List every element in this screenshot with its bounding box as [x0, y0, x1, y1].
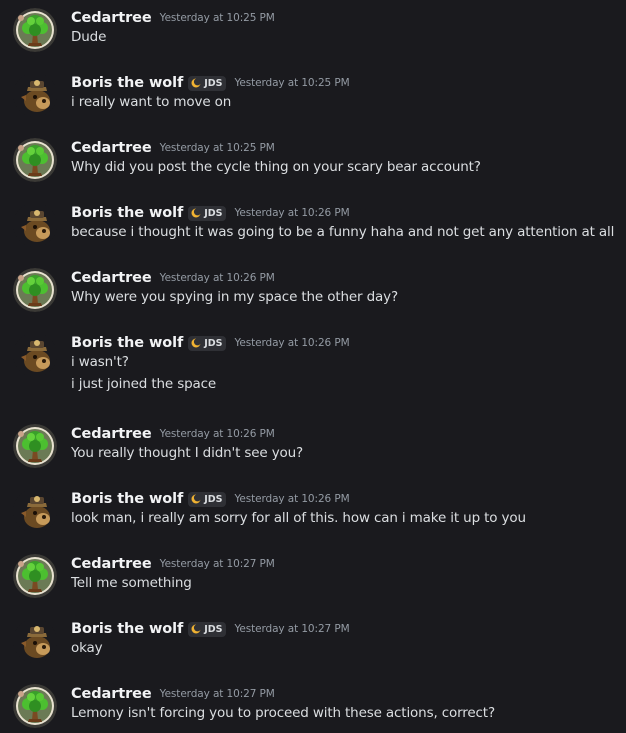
- username[interactable]: Boris the wolf: [71, 491, 183, 507]
- timestamp[interactable]: Yesterday at 10:26 PM: [234, 337, 349, 349]
- tree-avatar[interactable]: [13, 8, 57, 52]
- message-header: Boris the wolf JDS Yesterday at 10:26 PM: [71, 489, 350, 509]
- bear-avatar[interactable]: [13, 619, 57, 663]
- server-tag-label: JDS: [204, 337, 223, 349]
- crescent-moon-icon: [191, 338, 202, 348]
- message-text: okay: [71, 640, 103, 656]
- message-header: Cedartree Yesterday at 10:27 PM: [71, 684, 275, 704]
- crescent-moon-icon: [191, 208, 202, 218]
- message-header: Cedartree Yesterday at 10:25 PM: [71, 8, 275, 28]
- timestamp[interactable]: Yesterday at 10:26 PM: [234, 493, 349, 505]
- username[interactable]: Cedartree: [71, 140, 152, 156]
- username[interactable]: Cedartree: [71, 556, 152, 572]
- message-header: Boris the wolf JDS Yesterday at 10:26 PM: [71, 333, 350, 353]
- username[interactable]: Boris the wolf: [71, 621, 183, 637]
- timestamp[interactable]: Yesterday at 10:26 PM: [234, 207, 349, 219]
- timestamp[interactable]: Yesterday at 10:25 PM: [160, 12, 275, 24]
- tree-avatar[interactable]: [13, 424, 57, 468]
- timestamp[interactable]: Yesterday at 10:27 PM: [234, 623, 349, 635]
- timestamp[interactable]: Yesterday at 10:27 PM: [160, 688, 275, 700]
- timestamp[interactable]: Yesterday at 10:26 PM: [160, 428, 275, 440]
- timestamp[interactable]: Yesterday at 10:25 PM: [160, 142, 275, 154]
- username[interactable]: Cedartree: [71, 10, 152, 26]
- bear-avatar[interactable]: [13, 73, 57, 117]
- message-text: i just joined the space: [71, 376, 217, 392]
- message-text: Why were you spying in my space the othe…: [71, 289, 398, 305]
- message-text: You really thought I didn't see you?: [71, 445, 304, 461]
- bear-avatar[interactable]: [13, 203, 57, 247]
- tree-avatar[interactable]: [13, 554, 57, 598]
- message-text: look man, i really am sorry for all of t…: [71, 510, 526, 526]
- message-text: Why did you post the cycle thing on your…: [71, 159, 481, 175]
- message-header: Boris the wolf JDS Yesterday at 10:26 PM: [71, 203, 350, 223]
- tree-avatar[interactable]: [13, 684, 57, 728]
- message-text: Lemony isn't forcing you to proceed with…: [71, 705, 495, 721]
- username[interactable]: Cedartree: [71, 270, 152, 286]
- crescent-moon-icon: [191, 494, 202, 504]
- message-header: Cedartree Yesterday at 10:26 PM: [71, 268, 275, 288]
- timestamp[interactable]: Yesterday at 10:25 PM: [234, 77, 349, 89]
- server-tag-label: JDS: [204, 623, 223, 635]
- server-tag[interactable]: JDS: [188, 75, 227, 91]
- server-tag[interactable]: JDS: [188, 491, 227, 507]
- crescent-moon-icon: [191, 624, 202, 634]
- username[interactable]: Boris the wolf: [71, 205, 183, 221]
- username[interactable]: Boris the wolf: [71, 335, 183, 351]
- message-text: i wasn't?: [71, 354, 129, 370]
- message-text: Dude: [71, 29, 107, 45]
- message-header: Cedartree Yesterday at 10:27 PM: [71, 554, 275, 574]
- crescent-moon-icon: [191, 78, 202, 88]
- message-text: Tell me something: [71, 575, 192, 591]
- message-header: Boris the wolf JDS Yesterday at 10:27 PM: [71, 619, 350, 639]
- bear-avatar[interactable]: [13, 489, 57, 533]
- message-list: Cedartree Yesterday at 10:25 PM Dude Boris…: [0, 0, 626, 733]
- server-tag-label: JDS: [204, 207, 223, 219]
- message-text: i really want to move on: [71, 94, 232, 110]
- server-tag-label: JDS: [204, 77, 223, 89]
- timestamp[interactable]: Yesterday at 10:27 PM: [160, 558, 275, 570]
- message-header: Cedartree Yesterday at 10:26 PM: [71, 424, 275, 444]
- server-tag[interactable]: JDS: [188, 205, 227, 221]
- username[interactable]: Cedartree: [71, 426, 152, 442]
- username[interactable]: Boris the wolf: [71, 75, 183, 91]
- server-tag[interactable]: JDS: [188, 335, 227, 351]
- server-tag[interactable]: JDS: [188, 621, 227, 637]
- bear-avatar[interactable]: [13, 333, 57, 377]
- message-header: Cedartree Yesterday at 10:25 PM: [71, 138, 275, 158]
- username[interactable]: Cedartree: [71, 686, 152, 702]
- server-tag-label: JDS: [204, 493, 223, 505]
- message-text: because i thought it was going to be a f…: [71, 224, 615, 240]
- tree-avatar[interactable]: [13, 268, 57, 312]
- timestamp[interactable]: Yesterday at 10:26 PM: [160, 272, 275, 284]
- tree-avatar[interactable]: [13, 138, 57, 182]
- message-header: Boris the wolf JDS Yesterday at 10:25 PM: [71, 73, 350, 93]
